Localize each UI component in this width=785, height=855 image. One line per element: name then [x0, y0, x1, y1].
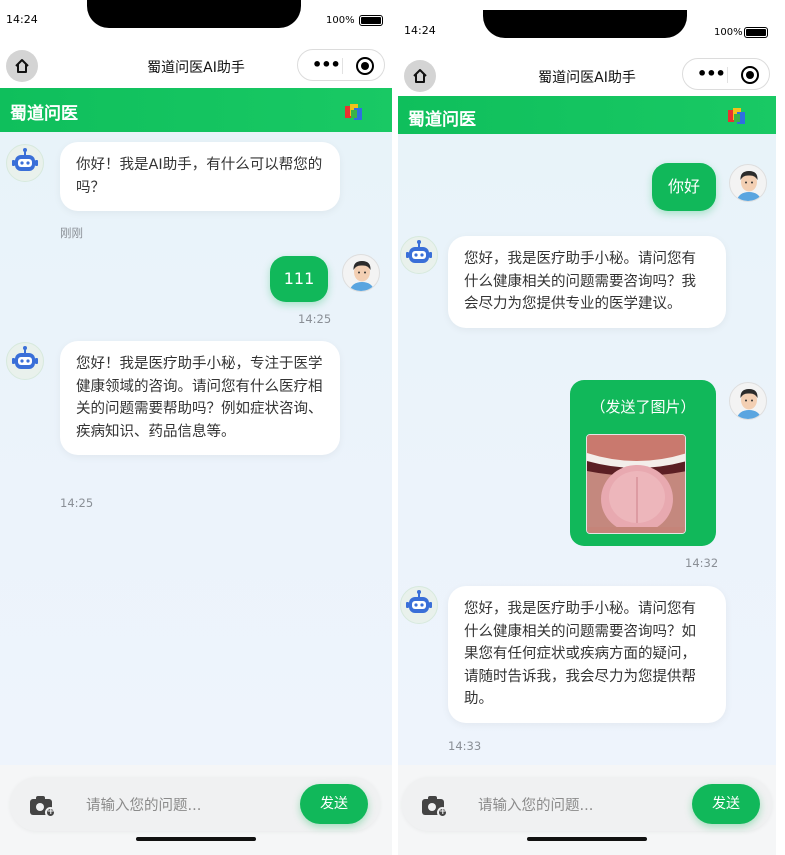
robot-icon	[406, 240, 432, 263]
app-brand-title: 蜀道问医	[408, 110, 476, 130]
status-bar: 14:24 100%	[0, 0, 392, 40]
capsule-menu: •••	[297, 49, 385, 81]
battery-icon	[744, 27, 768, 38]
status-time: 14:24	[6, 13, 38, 26]
camera-notch	[87, 0, 301, 28]
message-time: 刚刚	[60, 226, 83, 240]
camera-notch	[483, 10, 687, 38]
chat-area[interactable]: 你好 您好，我是医疗助手小秘。请问您有什么健康相关的问题需要咨询吗？我会尽力为您…	[398, 134, 776, 765]
question-input[interactable]: 请输入您的问题...	[86, 794, 201, 815]
image-message[interactable]: （发送了图片）	[570, 380, 716, 546]
app-logo-icon	[728, 108, 746, 124]
bot-message: 您好，我是医疗助手小秘。请问您有什么健康相关的问题需要咨询吗？我会尽力为您提供专…	[448, 236, 726, 328]
mini-program-navbar: 蜀道问医AI助手 •••	[0, 44, 392, 88]
user-face-icon	[736, 171, 762, 201]
screenshot-stage: 14:24 100% 蜀道问医AI助手 ••• 蜀道问医 你好！我是AI助手，有…	[0, 0, 785, 855]
bot-message: 你好！我是AI助手，有什么可以帮您的吗？	[60, 142, 340, 211]
question-input[interactable]: 请输入您的问题...	[478, 794, 593, 815]
send-button[interactable]: 发送	[300, 784, 368, 824]
close-miniprogram-icon[interactable]	[356, 57, 374, 75]
battery-percent: 100%	[326, 15, 355, 26]
app-logo-icon	[345, 104, 363, 120]
user-face-icon	[349, 261, 375, 291]
app-header: 蜀道问医	[0, 88, 392, 132]
user-message: 你好	[652, 163, 716, 211]
more-icon[interactable]: •••	[312, 57, 341, 73]
message-time: 14:25	[298, 312, 332, 326]
user-message: 111	[270, 256, 328, 302]
status-time: 14:24	[404, 24, 436, 37]
input-container: + 请输入您的问题... 发送	[10, 777, 380, 831]
input-bar: + 请输入您的问题... 发送	[398, 765, 776, 855]
robot-icon	[12, 346, 38, 369]
battery-percent: 100%	[714, 27, 743, 38]
bot-avatar	[400, 586, 438, 624]
capsule-divider	[727, 67, 728, 83]
camera-upload-icon[interactable]: +	[30, 795, 56, 818]
message-time: 14:32	[685, 556, 719, 570]
bot-avatar	[6, 342, 44, 380]
bot-avatar	[400, 236, 438, 274]
message-time: 14:25	[60, 496, 94, 510]
robot-icon	[406, 590, 432, 613]
tongue-photo[interactable]	[586, 434, 686, 534]
message-time: 14:33	[448, 739, 482, 753]
phone-screen-left: 14:24 100% 蜀道问医AI助手 ••• 蜀道问医 你好！我是AI助手，有…	[0, 0, 392, 855]
home-indicator	[136, 837, 256, 841]
capsule-menu: •••	[682, 58, 770, 90]
status-bar: 14:24 100%	[398, 0, 776, 40]
phone-screen-right: 14:24 100% 蜀道问医AI助手 ••• 蜀道问医 你好 您好，我是医疗助…	[398, 0, 776, 855]
user-avatar	[729, 382, 767, 420]
send-button[interactable]: 发送	[692, 784, 760, 824]
input-bar: + 请输入您的问题... 发送	[0, 765, 392, 855]
close-miniprogram-icon[interactable]	[741, 66, 759, 84]
robot-icon	[12, 148, 38, 171]
chat-area[interactable]: 你好！我是AI助手，有什么可以帮您的吗？ 刚刚 111 14:25 您好！我是医…	[0, 132, 392, 765]
app-header: 蜀道问医	[398, 96, 776, 134]
user-face-icon	[736, 389, 762, 419]
bot-message: 您好！我是医疗助手小秘，专注于医学健康领域的咨询。请问您有什么医疗相关的问题需要…	[60, 341, 340, 455]
image-caption: （发送了图片）	[590, 398, 696, 416]
tongue-image	[587, 435, 685, 533]
app-brand-title: 蜀道问医	[10, 104, 78, 124]
mini-program-navbar: 蜀道问医AI助手 •••	[398, 56, 776, 100]
user-avatar	[342, 254, 380, 292]
home-indicator	[527, 837, 647, 841]
camera-upload-icon[interactable]: +	[422, 795, 448, 818]
bot-message: 您好，我是医疗助手小秘。请问您有什么健康相关的问题需要咨询吗？如果您有任何症状或…	[448, 586, 726, 723]
battery-icon	[359, 15, 383, 26]
user-avatar	[729, 164, 767, 202]
capsule-divider	[342, 58, 343, 74]
more-icon[interactable]: •••	[697, 66, 726, 82]
input-container: + 请输入您的问题... 发送	[402, 777, 772, 831]
bot-avatar	[6, 144, 44, 182]
